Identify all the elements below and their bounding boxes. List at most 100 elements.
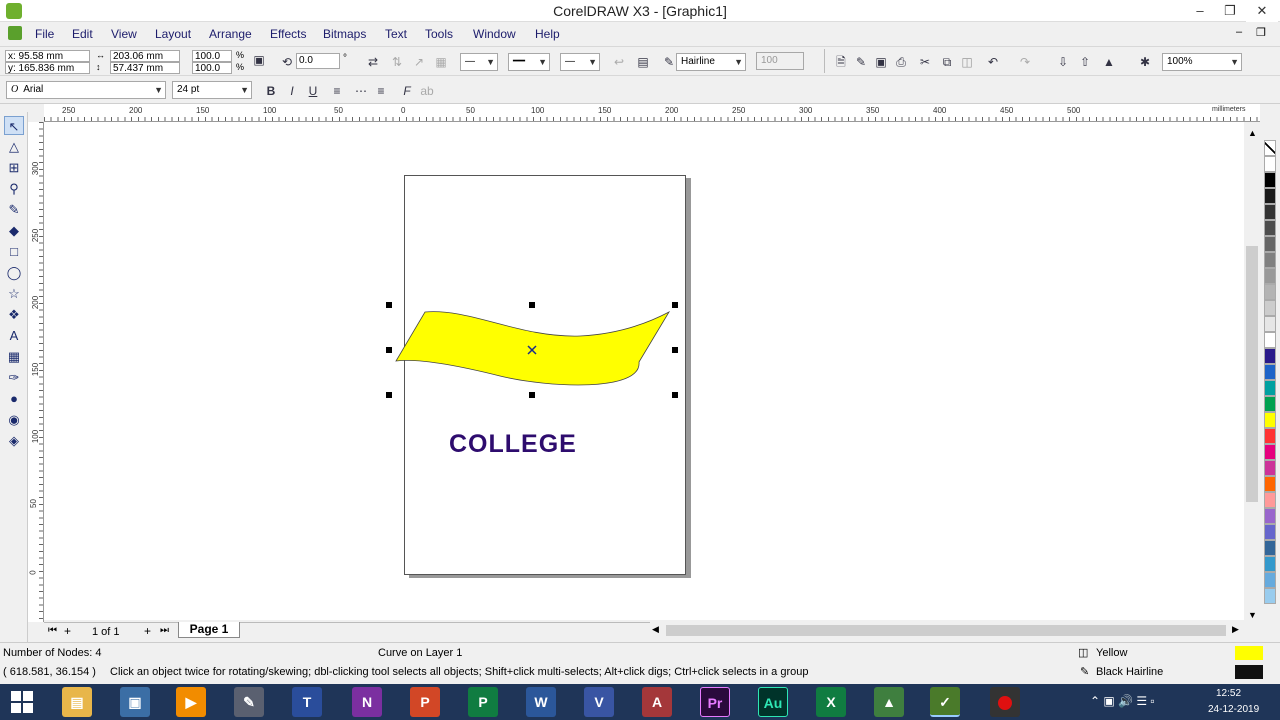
polygon-tool-icon[interactable]: ☆	[4, 284, 24, 303]
windows-start-icon[interactable]	[10, 690, 34, 714]
color-swatch[interactable]	[1264, 396, 1276, 412]
text-app-icon[interactable]: T	[292, 687, 322, 717]
menu-layout[interactable]: Layout	[155, 27, 191, 41]
horizontal-ruler[interactable]: 250 200 150 100 50 0 50 100 150 200 250 …	[44, 104, 1260, 122]
restore-button[interactable]: ❐	[1214, 0, 1246, 22]
no-color-swatch[interactable]	[1264, 140, 1276, 156]
new-document-icon[interactable]: 🗎	[832, 53, 850, 71]
coreldraw-taskbar-icon[interactable]: ✓	[930, 687, 960, 717]
freehand-tool-icon[interactable]: ✎	[4, 200, 24, 219]
menu-file[interactable]: File	[35, 27, 54, 41]
menu-text[interactable]: Text	[385, 27, 407, 41]
outline-tool-icon[interactable]: ●	[4, 389, 24, 408]
close-curve-icon[interactable]: ↩	[610, 53, 628, 71]
zoom-tool-icon[interactable]: ⚲	[4, 179, 24, 198]
color-swatch[interactable]	[1264, 588, 1276, 604]
minimize-button[interactable]: –	[1184, 0, 1216, 22]
doc-restore-button[interactable]: ❐	[1256, 26, 1266, 39]
wrap-icon[interactable]: ▦	[432, 53, 450, 71]
vertical-scrollbar[interactable]: ▲ ▼	[1244, 128, 1260, 622]
interactive-blend-tool-icon[interactable]: ▦	[4, 347, 24, 366]
college-text[interactable]: COLLEGE	[449, 430, 577, 459]
welcome-screen-icon[interactable]: ✱	[1136, 53, 1154, 71]
add-page-icon[interactable]: +	[64, 624, 71, 638]
recorder-icon[interactable]	[990, 687, 1020, 717]
tool-app-icon[interactable]: ✎	[234, 687, 264, 717]
color-swatch[interactable]	[1264, 508, 1276, 524]
vertical-scroll-thumb[interactable]	[1246, 246, 1258, 502]
menu-window[interactable]: Window	[473, 27, 516, 41]
font-size-select[interactable]: 24 pt ▼	[172, 81, 252, 99]
y-position-field[interactable]: y: 165.836 mm	[5, 62, 90, 74]
color-swatch[interactable]	[1264, 236, 1276, 252]
redo-icon[interactable]: ↷	[1016, 53, 1034, 71]
align-icon[interactable]: ≡	[328, 82, 346, 100]
outline-color-swatch[interactable]	[1235, 665, 1263, 679]
vertical-ruler[interactable]: 300 250 200 150 100 50 0	[28, 122, 44, 622]
color-swatch[interactable]	[1264, 316, 1276, 332]
powerpoint-icon[interactable]: P	[410, 687, 440, 717]
color-swatch[interactable]	[1264, 460, 1276, 476]
color-swatch[interactable]	[1264, 540, 1276, 556]
media-player-icon[interactable]: ▶	[176, 687, 206, 717]
color-swatch[interactable]	[1264, 556, 1276, 572]
selection-handle[interactable]	[672, 302, 678, 308]
horizontal-scrollbar[interactable]: ◀ ▶	[650, 622, 1244, 638]
color-swatch[interactable]	[1264, 268, 1276, 284]
onenote-icon[interactable]: N	[352, 687, 382, 717]
selection-handle[interactable]	[386, 347, 392, 353]
premiere-icon[interactable]: Pr	[700, 687, 730, 717]
rectangle-tool-icon[interactable]: □	[4, 242, 24, 261]
selection-handle[interactable]	[529, 392, 535, 398]
lock-ratio-icon[interactable]: ▣	[250, 51, 268, 69]
text-wrap-icon[interactable]: ▤	[634, 53, 652, 71]
menu-effects[interactable]: Effects	[270, 27, 306, 41]
application-launcher-icon[interactable]: ▲	[1100, 53, 1118, 71]
access-icon[interactable]: A	[642, 687, 672, 717]
menu-arrange[interactable]: Arrange	[209, 27, 252, 41]
underline-button[interactable]: U	[304, 82, 322, 100]
color-swatch[interactable]	[1264, 220, 1276, 236]
shape-tool-icon[interactable]: △	[4, 137, 24, 156]
convert-line-icon[interactable]: ↗	[410, 53, 428, 71]
color-swatch[interactable]	[1264, 252, 1276, 268]
page-tab[interactable]: Page 1	[178, 622, 240, 638]
menu-edit[interactable]: Edit	[72, 27, 93, 41]
save-icon[interactable]: ▣	[872, 53, 890, 71]
scale-width-field[interactable]: 100.0	[192, 50, 232, 62]
fill-color-swatch[interactable]	[1235, 646, 1263, 660]
text-tool-icon[interactable]: A	[4, 326, 24, 345]
color-swatch[interactable]	[1264, 204, 1276, 220]
color-swatch[interactable]	[1264, 524, 1276, 540]
excel-icon[interactable]: X	[816, 687, 846, 717]
interactive-fill-tool-icon[interactable]: ◈	[4, 431, 24, 450]
visio-icon[interactable]: V	[584, 687, 614, 717]
height-field[interactable]: 57.437 mm	[110, 62, 180, 74]
scale-height-field[interactable]: 100.0	[192, 62, 232, 74]
audition-icon[interactable]: Au	[758, 687, 788, 717]
fill-tool-icon[interactable]: ◉	[4, 410, 24, 429]
selection-handle[interactable]	[672, 392, 678, 398]
color-swatch[interactable]	[1264, 284, 1276, 300]
open-icon[interactable]: ✎	[852, 53, 870, 71]
eyedropper-tool-icon[interactable]: ✑	[4, 368, 24, 387]
menu-view[interactable]: View	[111, 27, 137, 41]
menu-help[interactable]: Help	[535, 27, 560, 41]
color-swatch[interactable]	[1264, 412, 1276, 428]
last-page-icon[interactable]: ⏭	[160, 625, 169, 636]
color-swatch[interactable]	[1264, 492, 1276, 508]
line-style-select[interactable]: ━━ ▼	[508, 53, 550, 71]
color-swatch[interactable]	[1264, 156, 1276, 172]
pick-tool-icon[interactable]: ↖	[4, 116, 24, 135]
edit-text-icon[interactable]: ab	[418, 82, 436, 100]
end-arrow-select[interactable]: — ▼	[560, 53, 600, 71]
scroll-left-icon[interactable]: ◀	[652, 624, 659, 635]
cut-icon[interactable]: ✂	[916, 53, 934, 71]
tray-icons[interactable]: ⌃ ▣ 🔊 ☰ ▫	[1090, 694, 1155, 708]
smart-fill-tool-icon[interactable]: ◆	[4, 221, 24, 240]
basic-shapes-tool-icon[interactable]: ❖	[4, 305, 24, 324]
export-icon[interactable]: ⇧	[1076, 53, 1094, 71]
crop-tool-icon[interactable]: ⊞	[4, 158, 24, 177]
menu-bitmaps[interactable]: Bitmaps	[323, 27, 366, 41]
paste-icon[interactable]: ◫	[958, 53, 976, 71]
